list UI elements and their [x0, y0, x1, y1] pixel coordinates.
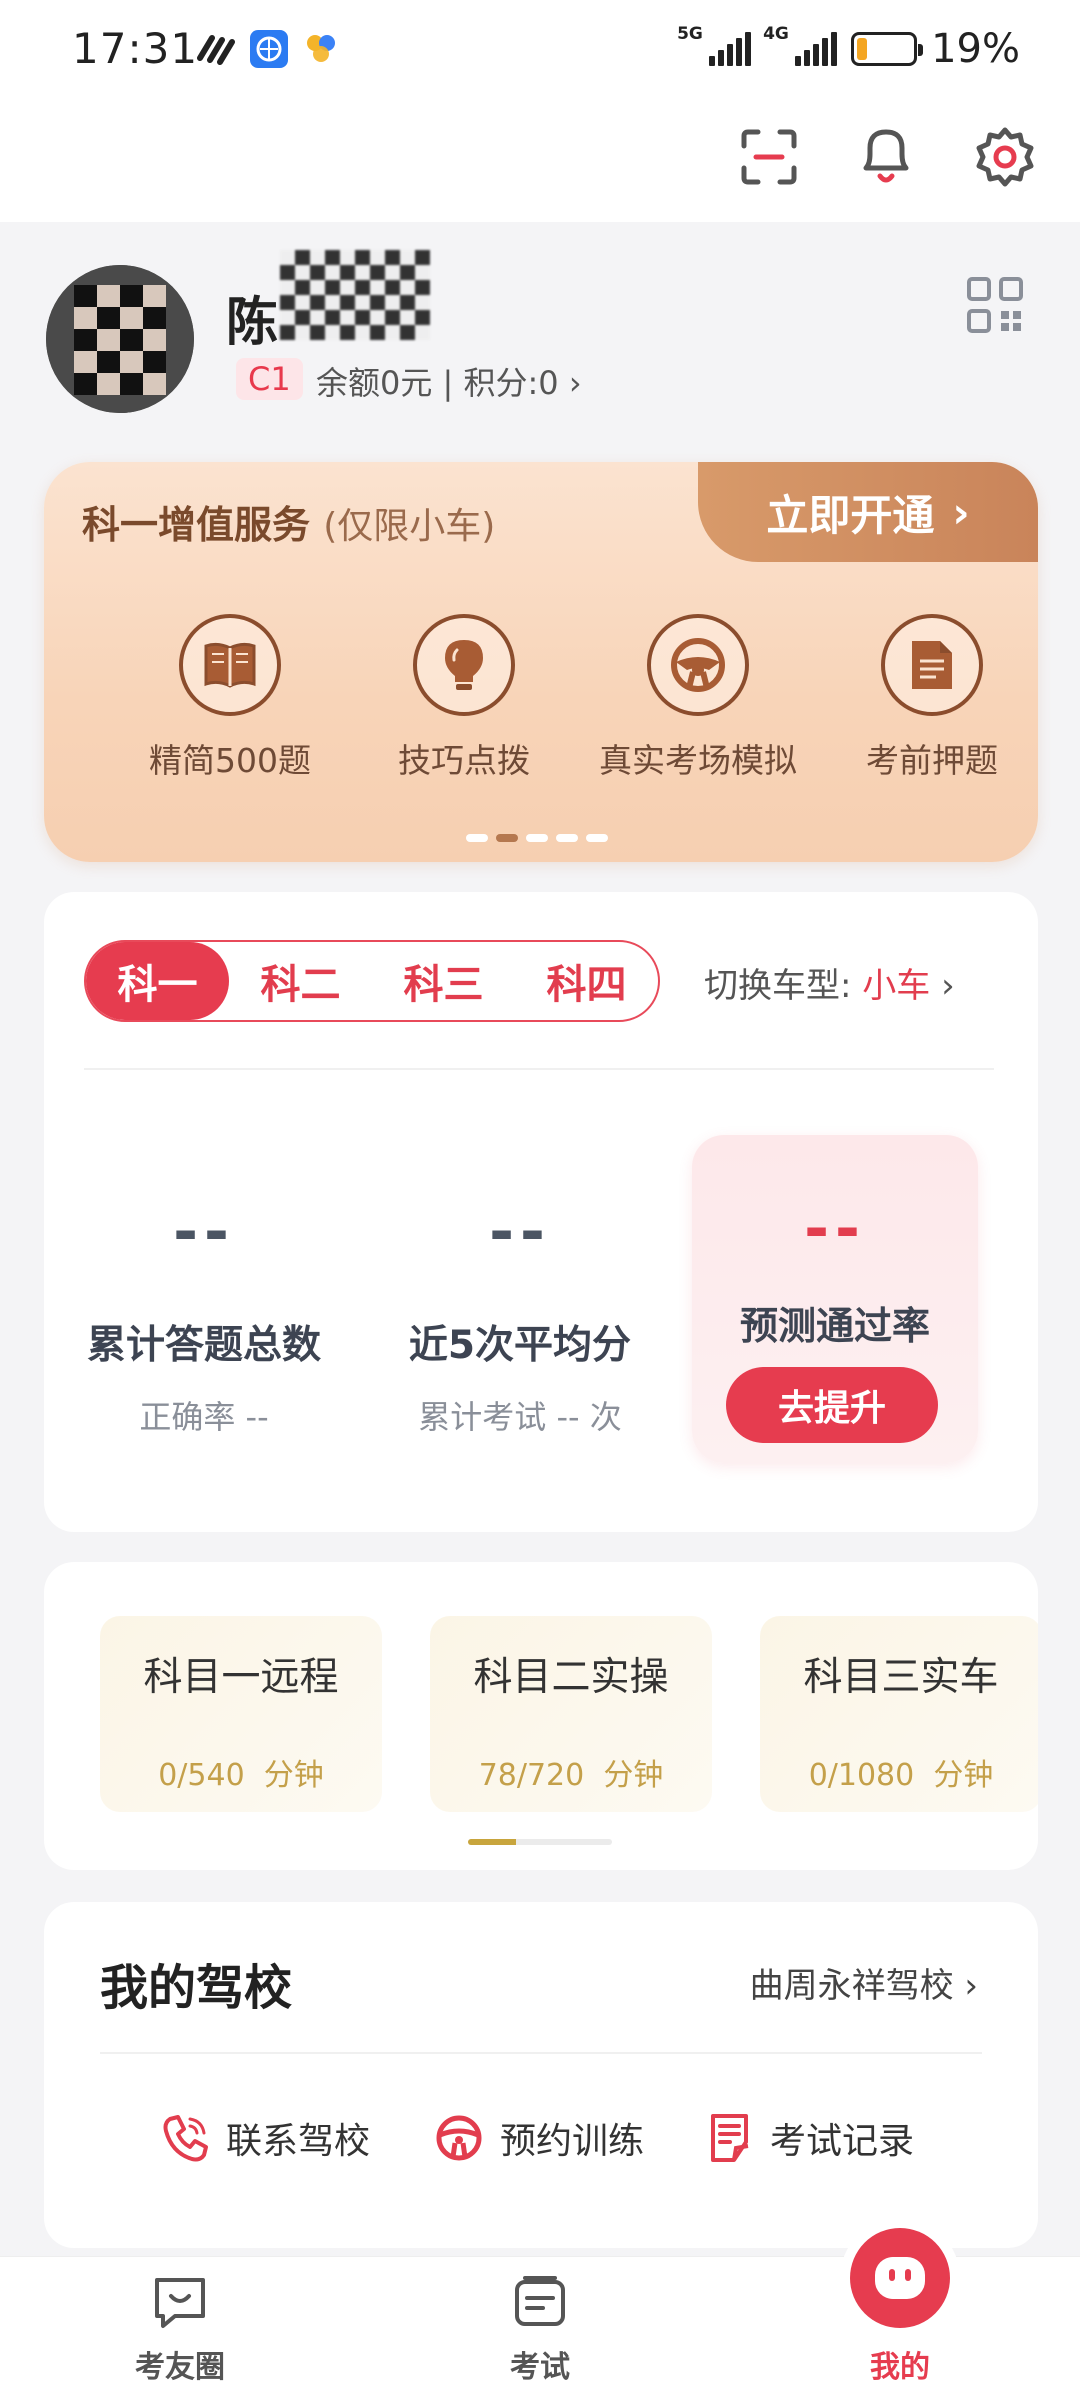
exam-record-button[interactable]: 考试记录: [708, 2112, 914, 2164]
vip-banner[interactable]: 科一增值服务 (仅限小车) 立即开通 › 精简500题 技巧点拨 真实考场模拟 考…: [44, 462, 1038, 862]
steering-wheel-icon: [647, 614, 749, 716]
lightbulb-icon: [413, 614, 515, 716]
qr-code-icon[interactable]: [966, 276, 1024, 334]
course-card: 科目一远程 0/540 分钟 科目二实操 78/720 分钟 科目三实车 0/1…: [44, 1562, 1038, 1870]
battery-percent: 19%: [931, 26, 1020, 72]
status-bar: 17:31 5G 4G 19%: [0, 0, 1080, 100]
tab-subject-3[interactable]: 科三: [372, 942, 515, 1020]
name-mosaic: [280, 250, 430, 340]
tab-subject-2[interactable]: 科二: [229, 942, 372, 1020]
nav-exam[interactable]: 考试: [440, 2270, 640, 2386]
pass-rate-label: 预测通过率: [739, 1304, 930, 1348]
avatar[interactable]: [46, 265, 194, 413]
divider: [84, 1068, 994, 1070]
tab-subject-4[interactable]: 科四: [515, 942, 658, 1020]
nav-mine[interactable]: 我的: [800, 2342, 1000, 2386]
chat-icon: [155, 2278, 205, 2328]
signal-app-icon: [197, 35, 235, 65]
switch-vehicle-link[interactable]: 切换车型: 小车 ›: [704, 958, 955, 1007]
vip-open-button[interactable]: 立即开通 ›: [698, 462, 1038, 562]
chevron-right-icon: ›: [964, 1966, 978, 2006]
battery-icon: [851, 32, 924, 66]
profile-face-icon: [850, 2228, 950, 2328]
scan-icon[interactable]: [740, 128, 798, 186]
banner-pager: [466, 834, 608, 842]
stat-total-answers[interactable]: -- 累计答题总数 正确率 --: [54, 1202, 354, 1438]
vip-item-predict[interactable]: 考前押题: [832, 614, 1032, 782]
balance-points-link[interactable]: 余额0元 | 积分:0 ›: [316, 358, 582, 404]
browser-icon: [250, 30, 288, 68]
subject-tabs: 科一 科二 科三 科四: [84, 940, 660, 1022]
exam-icon: [515, 2276, 565, 2326]
pinwheel-icon: [302, 30, 340, 68]
vip-item-tips[interactable]: 技巧点拨: [364, 614, 564, 782]
book-training-button[interactable]: 预约训练: [434, 2112, 644, 2164]
contact-school-button[interactable]: 联系驾校: [160, 2112, 370, 2164]
steering-wheel-icon: [436, 2115, 482, 2161]
book-icon: [179, 614, 281, 716]
nav-community[interactable]: 考友圈: [80, 2270, 280, 2386]
signal-4g-icon: 4G: [763, 24, 838, 66]
user-name: 陈: [226, 293, 279, 353]
phone-icon: [163, 2115, 208, 2162]
vip-title: 科一增值服务 (仅限小车): [82, 503, 496, 547]
divider: [100, 2052, 982, 2054]
top-bar: [0, 100, 1080, 222]
school-title: 我的驾校: [100, 1960, 293, 2016]
chevron-right-icon: ›: [568, 364, 582, 402]
record-icon: [711, 2114, 749, 2162]
course-item[interactable]: 科目二实操 78/720 分钟: [430, 1616, 712, 1812]
license-badge: C1: [236, 358, 303, 400]
stat-average-score[interactable]: -- 近5次平均分 累计考试 -- 次: [370, 1202, 670, 1438]
course-scroll-indicator: [468, 1839, 612, 1845]
signal-5g-icon: 5G: [677, 24, 752, 66]
subject-card: 科一 科二 科三 科四 切换车型: 小车 › -- 累计答题总数 正确率 -- …: [44, 892, 1038, 1532]
chevron-right-icon: ›: [952, 487, 970, 537]
document-icon: [881, 614, 983, 716]
school-card: 我的驾校 曲周永祥驾校 › 联系驾校 预约训练 考试记录: [44, 1902, 1038, 2248]
gear-icon[interactable]: [974, 126, 1036, 188]
course-item[interactable]: 科目三实车 0/1080 分钟: [760, 1616, 1038, 1812]
vip-item-book[interactable]: 精简500题: [130, 614, 330, 782]
improve-button[interactable]: 去提升: [726, 1367, 938, 1443]
bell-icon[interactable]: [856, 122, 916, 190]
course-item[interactable]: 科目一远程 0/540 分钟: [100, 1616, 382, 1812]
school-name-link[interactable]: 曲周永祥驾校 ›: [750, 1958, 978, 2007]
pass-rate-panel: -- 预测通过率 去提升: [692, 1135, 978, 1463]
status-time: 17:31: [72, 24, 199, 73]
tab-subject-1[interactable]: 科一: [86, 942, 229, 1020]
vip-item-simulation[interactable]: 真实考场模拟: [598, 614, 798, 782]
chevron-right-icon: ›: [941, 966, 955, 1006]
